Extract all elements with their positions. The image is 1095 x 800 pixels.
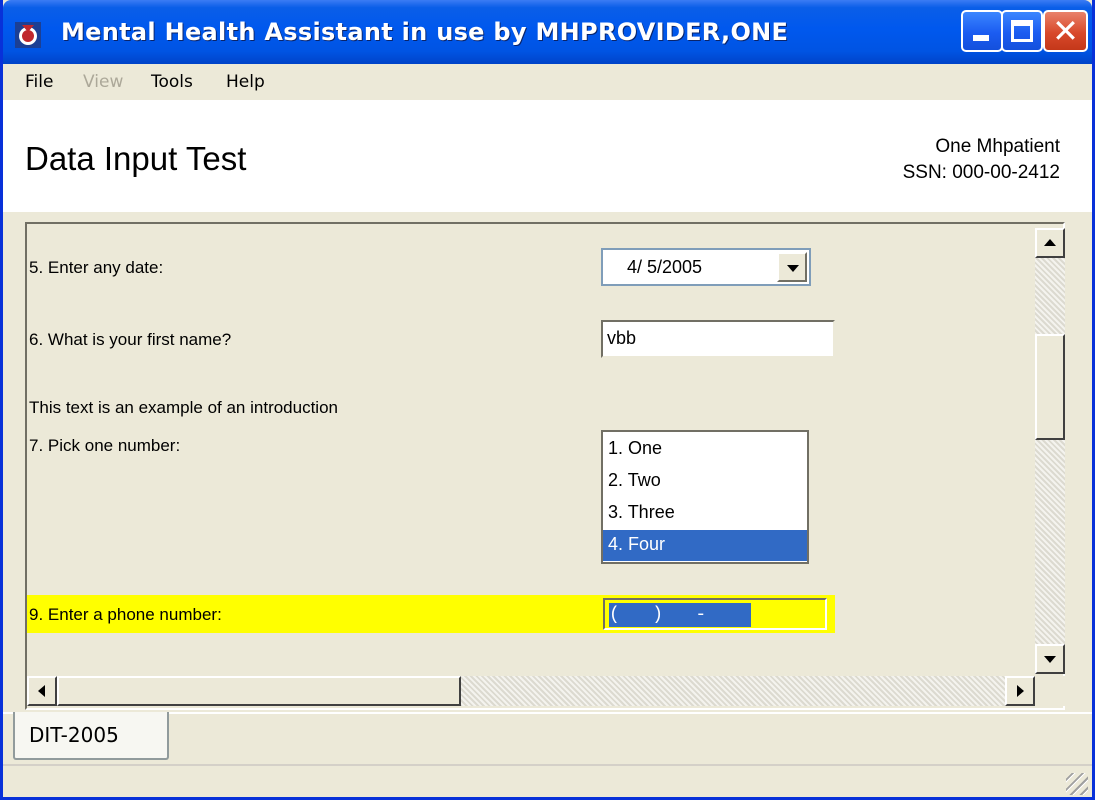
- horizontal-scroll-thumb[interactable]: [57, 676, 461, 706]
- horizontal-scrollbar[interactable]: [27, 676, 1035, 706]
- list-option-two[interactable]: 2. Two: [603, 466, 807, 497]
- first-name-field[interactable]: vbb: [601, 320, 835, 358]
- question-panel: 5. Enter any date: 4/ 5/2005 6. What is …: [25, 222, 1065, 710]
- patient-info: One Mhpatient SSN: 000-00-2412: [903, 134, 1060, 186]
- scroll-corner: [1035, 676, 1065, 706]
- scroll-right-button[interactable]: [1005, 676, 1035, 706]
- intro-text: This text is an example of an introducti…: [29, 398, 338, 417]
- title-bar[interactable]: Mental Health Assistant in use by MHPROV…: [3, 0, 1092, 64]
- minimize-button[interactable]: [961, 10, 1003, 52]
- menu-tools[interactable]: Tools: [151, 72, 193, 92]
- status-bar: [3, 764, 1092, 797]
- question-9-label: 9. Enter a phone number:: [29, 605, 222, 624]
- tab-label: DIT-2005: [29, 723, 119, 747]
- list-option-three[interactable]: 3. Three: [603, 498, 807, 529]
- minimize-icon: [973, 35, 989, 41]
- app-window: Mental Health Assistant in use by MHPROV…: [0, 0, 1095, 800]
- phone-number-field[interactable]: ( ) -: [603, 598, 827, 630]
- menu-file[interactable]: File: [25, 72, 53, 92]
- window-title: Mental Health Assistant in use by MHPROV…: [61, 18, 789, 46]
- scroll-down-button[interactable]: [1035, 644, 1065, 674]
- date-picker[interactable]: 4/ 5/2005: [601, 248, 811, 286]
- resize-grip-icon[interactable]: [1066, 773, 1088, 795]
- page-title: Data Input Test: [25, 140, 247, 177]
- question-6-label: 6. What is your first name?: [29, 330, 232, 349]
- close-button[interactable]: ✕: [1043, 10, 1088, 52]
- date-value: 4/ 5/2005: [627, 257, 703, 277]
- phone-mask: ( ) -: [609, 603, 751, 627]
- close-icon: ✕: [1052, 13, 1079, 49]
- number-listbox[interactable]: 1. One 2. Two 3. Three 4. Four: [601, 430, 809, 564]
- patient-ssn: SSN: 000-00-2412: [902, 162, 1060, 183]
- scroll-left-button[interactable]: [27, 676, 57, 706]
- date-dropdown-button[interactable]: [777, 252, 807, 282]
- menu-bar: File View Tools Help: [3, 64, 1092, 100]
- maximize-icon: [1011, 20, 1033, 42]
- maximize-button[interactable]: [1001, 10, 1043, 52]
- question-7-label: 7. Pick one number:: [29, 436, 181, 455]
- app-shield-icon[interactable]: [15, 22, 41, 48]
- scroll-up-button[interactable]: [1035, 228, 1065, 258]
- menu-view[interactable]: View: [83, 72, 123, 92]
- list-option-four[interactable]: 4. Four: [603, 530, 807, 561]
- question-5-label: 5. Enter any date:: [29, 258, 164, 277]
- tab-dit-2005[interactable]: DIT-2005: [13, 712, 169, 760]
- patient-name: One Mhpatient: [935, 136, 1060, 157]
- list-option-one[interactable]: 1. One: [603, 434, 807, 465]
- vertical-scrollbar[interactable]: [1035, 228, 1065, 674]
- menu-help[interactable]: Help: [226, 72, 265, 92]
- page-header: Data Input Test One Mhpatient SSN: 000-0…: [3, 100, 1092, 212]
- vertical-scroll-thumb[interactable]: [1035, 334, 1065, 440]
